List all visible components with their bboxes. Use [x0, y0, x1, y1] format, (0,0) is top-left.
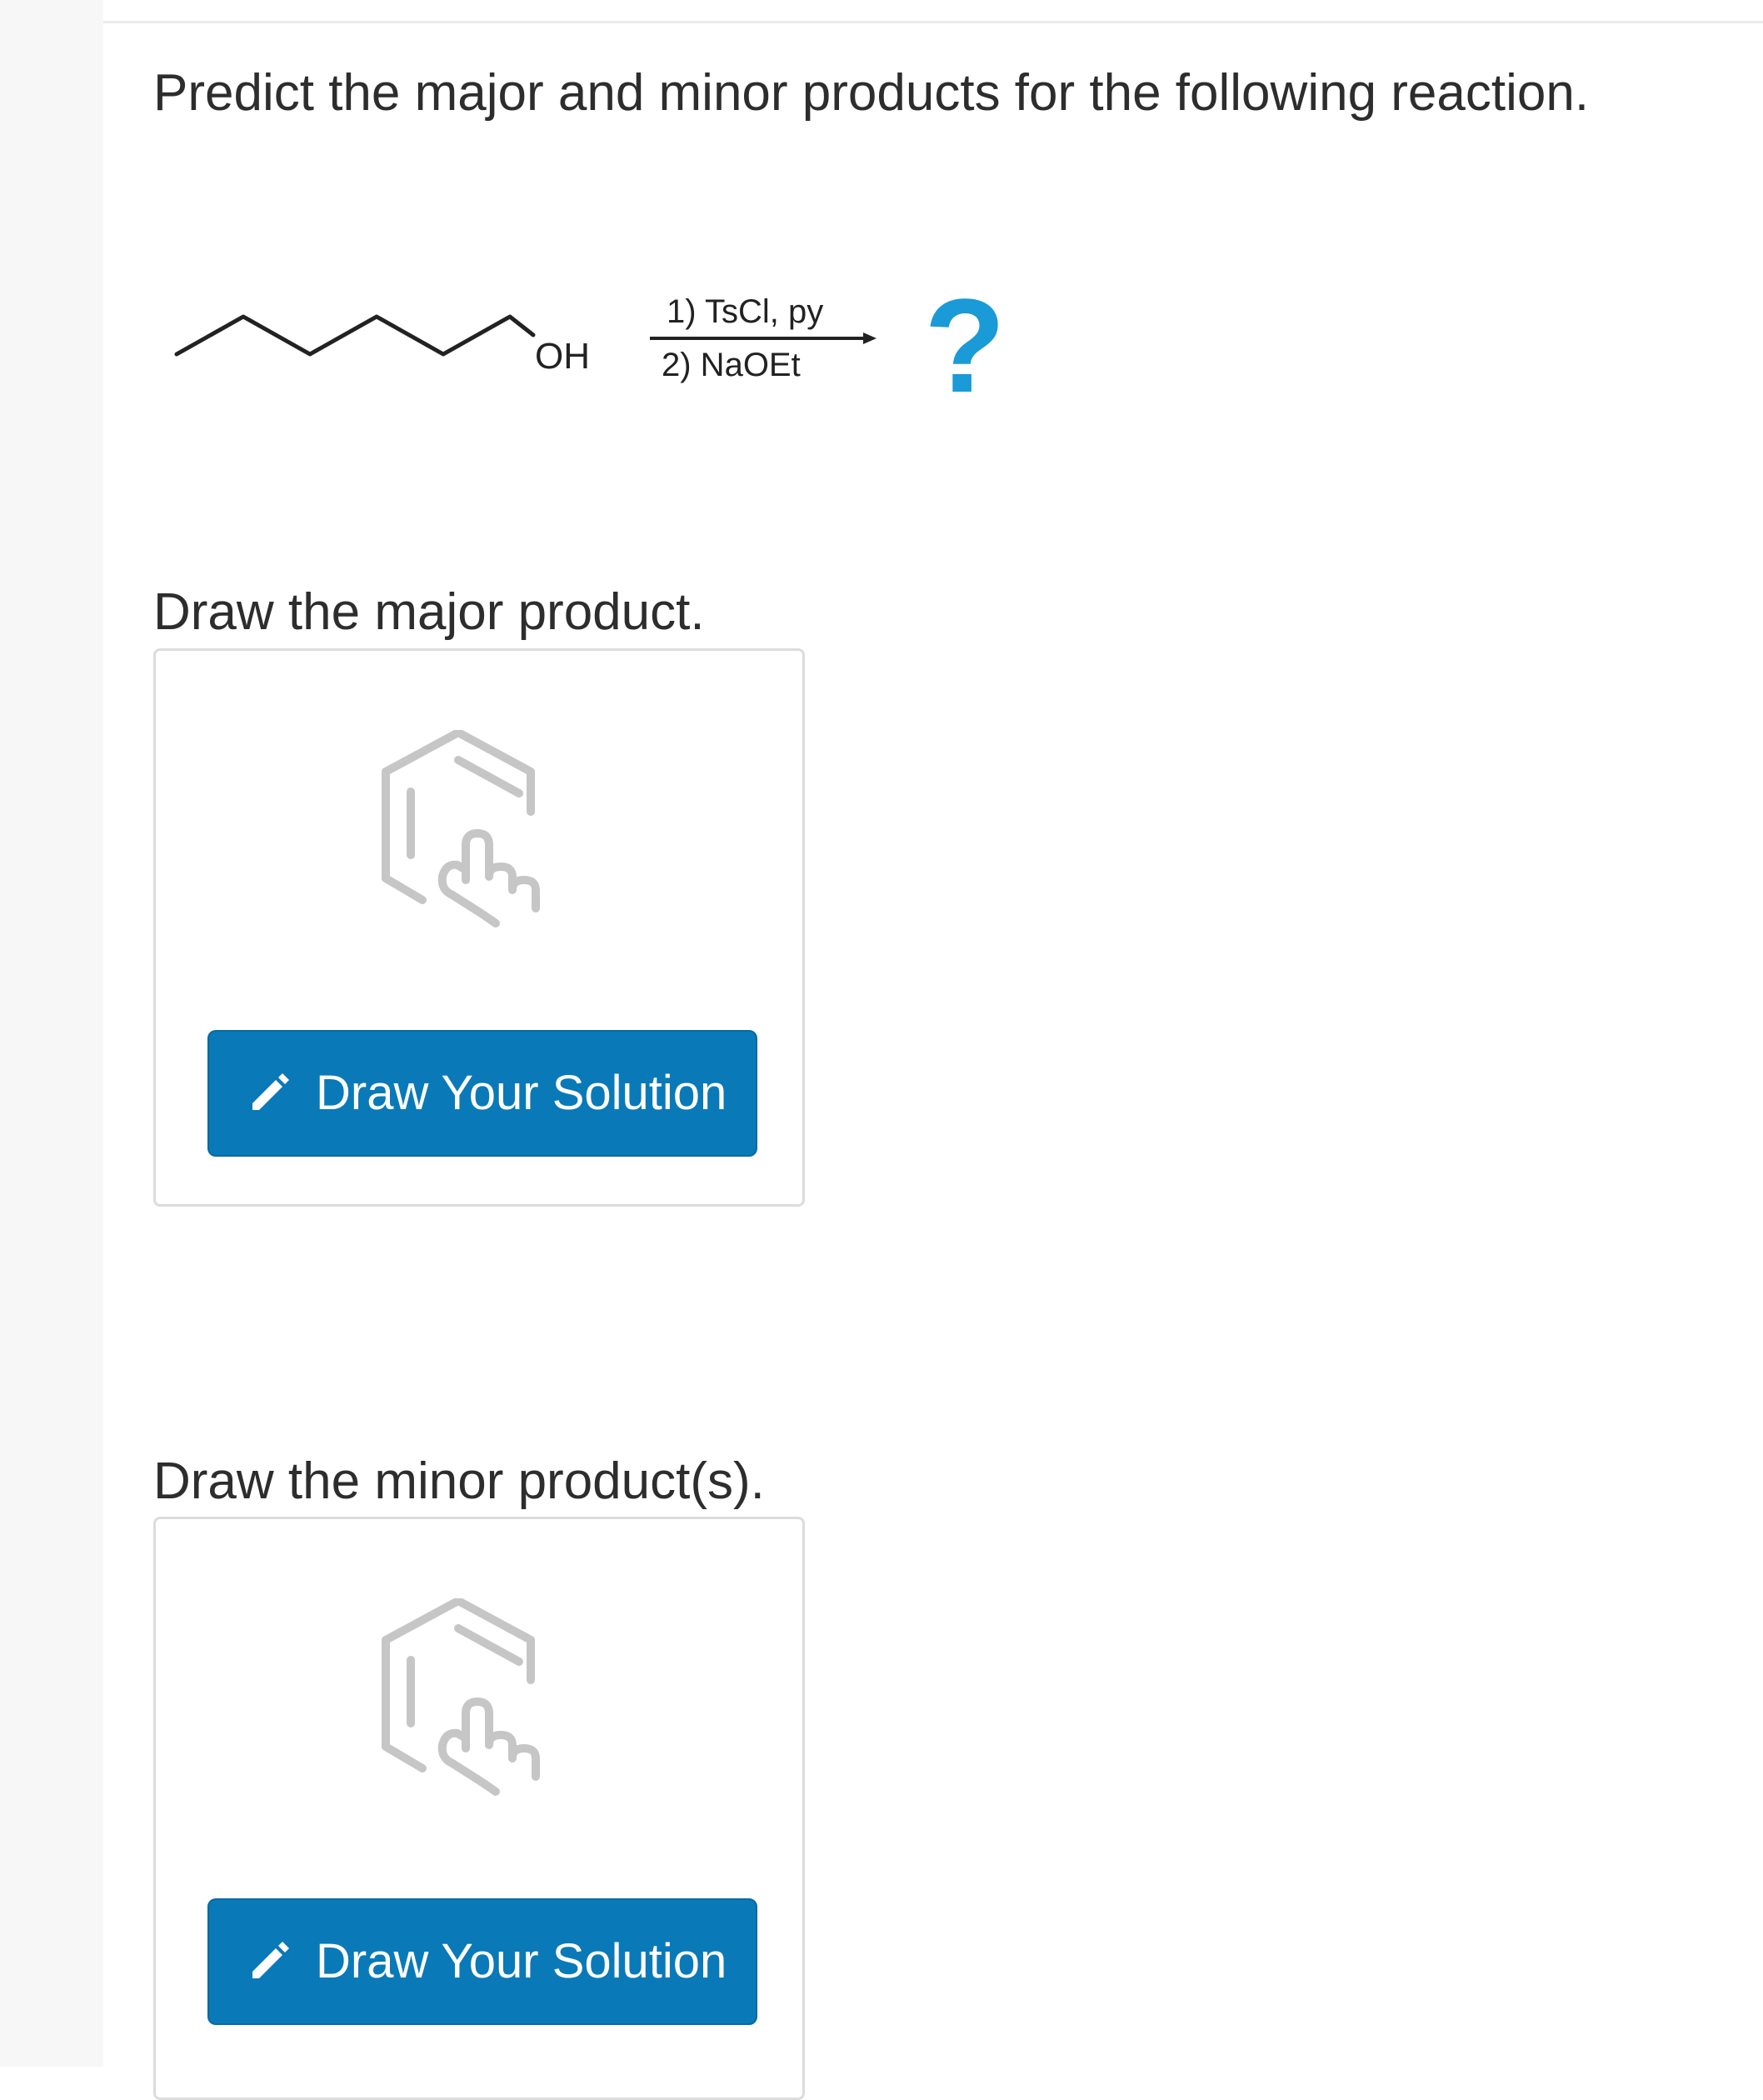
- pencil-icon: [252, 1942, 289, 1978]
- major-product-title: Draw the major product.: [153, 583, 705, 641]
- minor-product-title: Draw the minor product(s).: [153, 1452, 765, 1510]
- draw-structure-icon: [382, 1598, 540, 1796]
- draw-structure-icon: [382, 730, 540, 928]
- left-rail: [0, 0, 103, 2067]
- reagent-step-1: 1) TsCl, py: [667, 293, 823, 330]
- pencil-icon: [252, 1073, 289, 1110]
- question-text: Predict the major and minor products for…: [153, 64, 1590, 122]
- major-product-answer-box: Draw Your Solution: [153, 648, 805, 1207]
- oh-label: OH: [535, 336, 590, 377]
- reaction-scheme: OH 1) TsCl, py 2) NaOEt ?: [174, 275, 1006, 417]
- product-question-mark: ?: [924, 275, 1006, 417]
- minor-draw-solution-label: Draw Your Solution: [316, 1934, 727, 1988]
- carbon-chain: [174, 314, 536, 357]
- minor-product-answer-box: Draw Your Solution: [153, 1517, 805, 2100]
- reaction-arrow-head: [863, 332, 877, 344]
- top-divider: [103, 21, 1763, 23]
- reagent-step-2: 2) NaOEt: [662, 347, 801, 383]
- minor-draw-solution-button[interactable]: Draw Your Solution: [207, 1898, 757, 2025]
- major-draw-solution-label: Draw Your Solution: [316, 1066, 727, 1120]
- major-draw-solution-button[interactable]: Draw Your Solution: [207, 1030, 757, 1157]
